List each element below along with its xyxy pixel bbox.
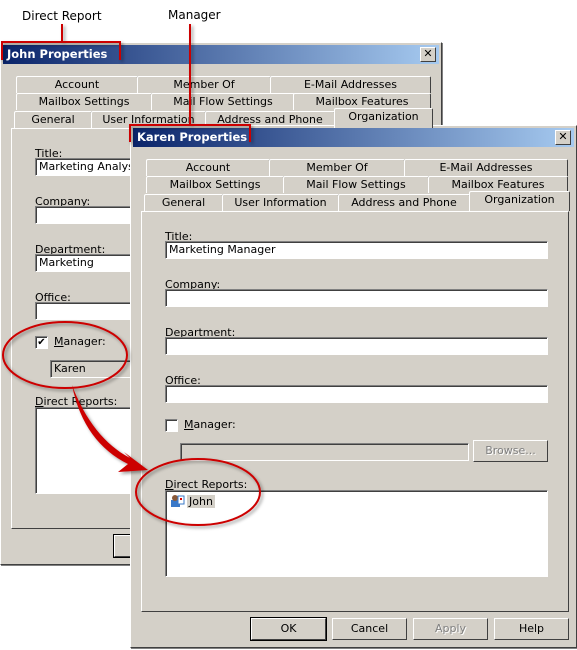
title-input[interactable]: Marketing Manager <box>165 241 548 259</box>
cancel-button[interactable]: Cancel <box>332 618 407 640</box>
tab-account[interactable]: Account <box>146 159 270 176</box>
list-item[interactable]: John <box>170 494 215 508</box>
tab-address-and-phone[interactable]: Address and Phone <box>338 194 470 211</box>
direct-report-annotation: Direct Report <box>22 9 102 23</box>
company-input[interactable] <box>165 289 548 307</box>
dialog-title: John Properties <box>7 47 108 61</box>
apply-button[interactable]: Apply <box>413 618 488 640</box>
tab-member-of[interactable]: Member Of <box>269 159 405 176</box>
direct-reports-list[interactable]: John <box>165 490 548 577</box>
manager-label: Manager: <box>184 418 236 431</box>
manager-label: Manager: <box>54 335 106 348</box>
tab-general[interactable]: General <box>14 111 92 128</box>
help-button[interactable]: Help <box>494 618 569 640</box>
karen-properties-dialog: Karen Properties ✕ Account Member Of E-Mail … <box>130 125 577 648</box>
department-input[interactable] <box>165 337 548 355</box>
tab-account[interactable]: Account <box>16 76 138 93</box>
tab-organization[interactable]: Organization <box>334 108 433 128</box>
dialog-title: Karen Properties <box>137 130 248 144</box>
close-icon[interactable]: ✕ <box>420 47 436 62</box>
tab-mailbox-settings[interactable]: Mailbox Settings <box>146 176 284 193</box>
manager-input[interactable] <box>180 443 469 461</box>
tab-organization[interactable]: Organization <box>469 191 570 211</box>
manager-annotation: Manager <box>168 8 221 22</box>
tab-mailbox-settings[interactable]: Mailbox Settings <box>16 93 152 110</box>
user-mailbox-icon <box>171 495 185 507</box>
tab-member-of[interactable]: Member Of <box>137 76 271 93</box>
title-bar: John Properties ✕ <box>3 45 439 64</box>
tab-general[interactable]: General <box>144 194 223 211</box>
tab-mail-flow-settings[interactable]: Mail Flow Settings <box>283 176 429 193</box>
manager-checkbox[interactable]: ✔ <box>35 336 48 349</box>
browse-button[interactable]: Browse... <box>473 440 548 462</box>
office-input[interactable] <box>165 385 548 403</box>
tab-user-information[interactable]: User Information <box>222 194 339 211</box>
close-icon[interactable]: ✕ <box>555 130 571 145</box>
manager-checkbox[interactable] <box>165 419 178 432</box>
title-bar: Karen Properties ✕ <box>133 128 574 147</box>
ok-button[interactable]: OK <box>250 617 327 641</box>
tab-mail-flow-settings[interactable]: Mail Flow Settings <box>151 93 295 110</box>
tab-e-mail-addresses[interactable]: E-Mail Addresses <box>270 76 431 93</box>
tab-e-mail-addresses[interactable]: E-Mail Addresses <box>404 159 568 176</box>
